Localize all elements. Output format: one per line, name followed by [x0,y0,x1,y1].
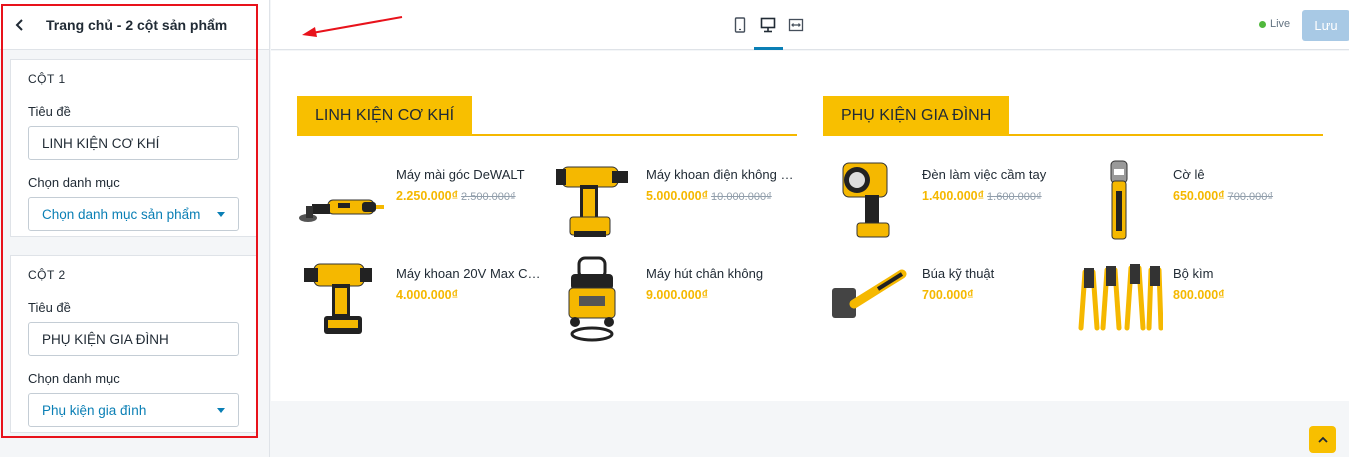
pliers-icon[interactable] [1074,254,1164,344]
product-price: 1.400.000₫ 1.600.000₫ [922,189,1042,203]
cordless-drill-icon[interactable] [547,155,637,245]
product-name[interactable]: Máy khoan điện không dây [646,167,796,182]
product-card[interactable]: Máy mài góc DeWALT 2.250.000₫ 2.500.000₫ [297,155,547,245]
product-price: 800.000₫ [1173,288,1225,302]
product-name[interactable]: Đèn làm việc cầm tay [922,167,1072,182]
product-card[interactable]: Bộ kìm 800.000₫ [1074,254,1324,344]
product-card[interactable]: Đèn làm việc cầm tay 1.400.000₫ 1.600.000… [823,155,1073,245]
vacuum-icon[interactable] [547,254,637,344]
section-title[interactable]: LINH KIỆN CƠ KHÍ [297,96,473,136]
preview-canvas: LINH KIỆN CƠ KHÍ Máy mài góc DeWALT 2.25… [271,51,1349,401]
highlight-box [1,4,258,438]
product-old-price: 2.500.000₫ [461,191,516,203]
product-name[interactable]: Máy mài góc DeWALT [396,167,546,182]
preview-toolbar: Live Lưu [271,0,1349,50]
section-phu-kien: PHỤ KIỆN GIA ĐÌNH [823,96,1323,136]
product-price: 700.000₫ [922,288,974,302]
product-card[interactable]: Máy hút chân không 9.000.000₫ [547,254,797,344]
work-light-icon[interactable] [823,155,913,245]
product-price: 650.000₫ 700.000₫ [1173,189,1274,203]
drill-icon[interactable] [297,254,387,344]
product-old-price: 10.000.000₫ [711,191,772,203]
scroll-to-top-button[interactable] [1309,426,1336,453]
product-card[interactable]: Cờ lê 650.000₫ 700.000₫ [1074,155,1324,245]
product-price: 2.250.000₫ 2.500.000₫ [396,189,516,203]
save-button[interactable]: Lưu [1302,10,1349,41]
mobile-view-icon[interactable] [731,16,749,34]
section-header: LINH KIỆN CƠ KHÍ [297,96,797,136]
product-price: 5.000.000₫ 10.000.000₫ [646,189,772,203]
product-old-price: 1.600.000₫ [987,191,1042,203]
annotation-arrow-icon [302,16,403,37]
status-dot-icon [1259,20,1266,28]
product-card[interactable]: Máy khoan điện không dây 5.000.000₫ 10.00… [547,155,797,245]
product-card[interactable]: Búa kỹ thuật 700.000₫ [823,254,1073,344]
product-price: 4.000.000₫ [396,288,459,302]
product-name[interactable]: Búa kỹ thuật [922,266,1072,281]
wrench-icon[interactable] [1074,155,1164,245]
hammer-icon[interactable] [823,254,913,344]
product-old-price: 700.000₫ [1227,191,1274,203]
live-status[interactable]: Live [1259,18,1290,30]
product-name[interactable]: Bộ kìm [1173,266,1323,281]
product-name[interactable]: Cờ lê [1173,167,1323,182]
live-label: Live [1270,18,1291,30]
section-title[interactable]: PHỤ KIỆN GIA ĐÌNH [823,96,1010,136]
product-card[interactable]: Máy khoan 20V Max Compact 4.000.000₫ [297,254,547,344]
product-name[interactable]: Máy hút chân không [646,266,796,281]
chevron-up-icon [1317,436,1328,443]
angle-grinder-icon[interactable] [297,155,387,245]
sidebar: Trang chủ - 2 cột sản phẩm CỘT 1 Tiêu đề… [0,0,270,457]
product-name[interactable]: Máy khoan 20V Max Compact [396,266,546,281]
section-header: PHỤ KIỆN GIA ĐÌNH [823,96,1323,136]
product-price: 9.000.000₫ [646,288,709,302]
active-view-indicator [754,47,783,50]
section-linh-kien: LINH KIỆN CƠ KHÍ [297,96,797,136]
desktop-view-icon[interactable] [759,16,777,34]
fullwidth-view-icon[interactable] [787,16,805,34]
